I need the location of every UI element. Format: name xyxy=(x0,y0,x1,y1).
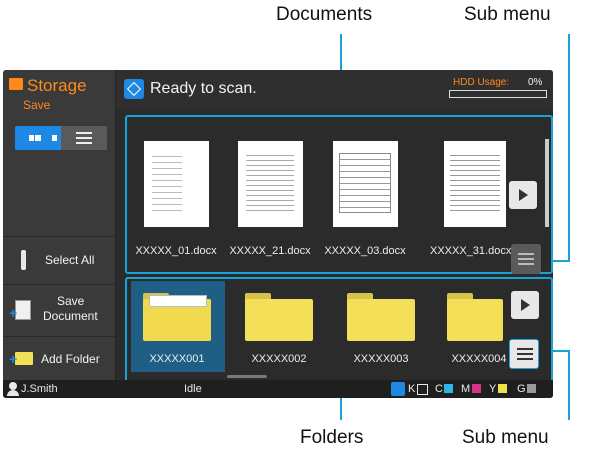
folder-icon-3[interactable] xyxy=(347,293,415,341)
document-scroll-edge xyxy=(545,139,549,227)
ink-level-m xyxy=(472,384,481,393)
add-folder-plus-icon: + xyxy=(9,351,18,367)
ink-level-y xyxy=(498,384,507,393)
save-document-label-2: Document xyxy=(43,309,98,323)
document-thumbnail-3[interactable] xyxy=(333,141,398,227)
documents-sub-menu-button[interactable] xyxy=(511,244,541,274)
submenu-top-callout-line-v xyxy=(568,34,570,262)
hdd-usage-bar xyxy=(449,90,547,98)
document-name-1: XXXXX_01.docx xyxy=(135,245,217,257)
folder-icon-4[interactable] xyxy=(447,293,503,341)
machine-state: Idle xyxy=(184,383,202,395)
document-name-3: XXXXX_03.docx xyxy=(324,245,406,257)
submenu-bottom-callout-line-v xyxy=(568,350,570,420)
folder-name-1: XXXXX001 xyxy=(149,353,205,365)
next-arrow-icon xyxy=(521,299,530,311)
menu-icon-bar-3 xyxy=(518,263,534,265)
select-all-label: Select All xyxy=(45,253,95,267)
select-all-button[interactable]: Select All xyxy=(3,236,115,283)
save-document-label-1: Save xyxy=(57,294,85,308)
ink-level-k xyxy=(417,384,428,395)
view-toggle xyxy=(15,126,107,150)
scan-status-icon xyxy=(124,79,144,99)
save-document-plus-icon: + xyxy=(9,305,18,321)
document-thumbnail-4[interactable] xyxy=(444,141,506,227)
refresh-ink-icon[interactable] xyxy=(391,382,405,396)
add-folder-icon xyxy=(15,352,33,365)
document-thumbnail-2[interactable] xyxy=(238,141,303,227)
folders-sub-menu-button[interactable] xyxy=(509,339,539,369)
menu-icon-bar-3 xyxy=(517,358,533,360)
folder-name-2: XXXXX002 xyxy=(251,353,307,365)
menu-icon-bar-2 xyxy=(517,353,533,355)
document-name-4: XXXXX_31.docx xyxy=(430,245,512,257)
user-name: J.Smith xyxy=(21,383,58,395)
folder-papers xyxy=(149,295,207,307)
ink-label-m: M xyxy=(461,383,471,395)
scan-diamond-icon xyxy=(126,81,142,97)
documents-callout: Documents xyxy=(276,4,373,25)
documents-next-button[interactable] xyxy=(509,181,537,209)
folders-callout: Folders xyxy=(300,427,364,448)
next-arrow-icon xyxy=(519,189,528,201)
sidebar-subtitle: Save xyxy=(23,98,51,112)
thumbnail-view-button[interactable] xyxy=(15,126,61,150)
menu-icon-bar-1 xyxy=(517,348,533,350)
status-message: Ready to scan. xyxy=(150,80,257,97)
save-document-button[interactable]: + Save Document xyxy=(3,284,115,335)
folders-scrollbar[interactable] xyxy=(227,375,267,378)
folder-icon-2[interactable] xyxy=(245,293,313,341)
doc-lines xyxy=(246,151,294,211)
hdd-usage-value: 0% xyxy=(528,77,543,88)
ink-label-g: G xyxy=(517,383,526,395)
documents-panel: XXXXX_01.docx XXXXX_21.docx XXXXX_03.doc… xyxy=(125,115,553,274)
thumbnail-view-icon xyxy=(29,135,57,141)
folder-name-4: XXXXX004 xyxy=(451,353,507,365)
add-folder-label: Add Folder xyxy=(41,352,100,366)
thumbnail-view-icon-center xyxy=(35,135,41,141)
user-icon xyxy=(9,382,17,390)
ink-label-y: Y xyxy=(489,383,497,395)
status-header: Ready to scan. HDD Usage: 0% xyxy=(116,70,553,108)
doc-lines xyxy=(450,151,500,211)
folder-body xyxy=(447,299,503,341)
ink-level-c xyxy=(444,384,453,393)
sidebar: Storage Save Select All + Save Document … xyxy=(3,70,116,380)
ink-level-g xyxy=(527,384,536,393)
document-name-2: XXXXX_21.docx xyxy=(229,245,311,257)
folders-panel: XXXXX001 XXXXX002 XXXXX003 XXXXX004 xyxy=(125,277,553,384)
doc-lines xyxy=(152,151,182,211)
ink-label-k: K xyxy=(408,383,416,395)
touch-screen: Storage Save Select All + Save Document … xyxy=(3,70,553,398)
sub-menu-callout-bottom: Sub menu xyxy=(462,427,549,448)
hdd-usage-label: HDD Usage: xyxy=(453,77,510,88)
menu-icon-bar-2 xyxy=(518,258,534,260)
folder-body xyxy=(347,299,415,341)
sub-menu-callout-top: Sub menu xyxy=(464,4,551,25)
list-view-icon-middle xyxy=(76,137,92,139)
checkbox-icon xyxy=(21,250,26,270)
add-folder-button[interactable]: + Add Folder xyxy=(3,336,115,381)
status-bar: J.Smith Idle K C M Y G xyxy=(3,380,553,398)
folder-body xyxy=(245,299,313,341)
folder-icon-1[interactable] xyxy=(143,293,211,341)
user-icon-body xyxy=(7,390,19,396)
storage-folder-icon xyxy=(9,78,23,90)
list-view-button[interactable] xyxy=(61,126,107,150)
menu-icon-bar-1 xyxy=(518,253,534,255)
document-thumbnail-1[interactable] xyxy=(144,141,209,227)
doc-table xyxy=(339,153,391,213)
folder-name-3: XXXXX003 xyxy=(353,353,409,365)
sidebar-title: Storage xyxy=(27,76,87,95)
folders-next-button[interactable] xyxy=(511,291,539,319)
save-document-icon xyxy=(15,300,31,320)
ink-label-c: C xyxy=(435,383,443,395)
